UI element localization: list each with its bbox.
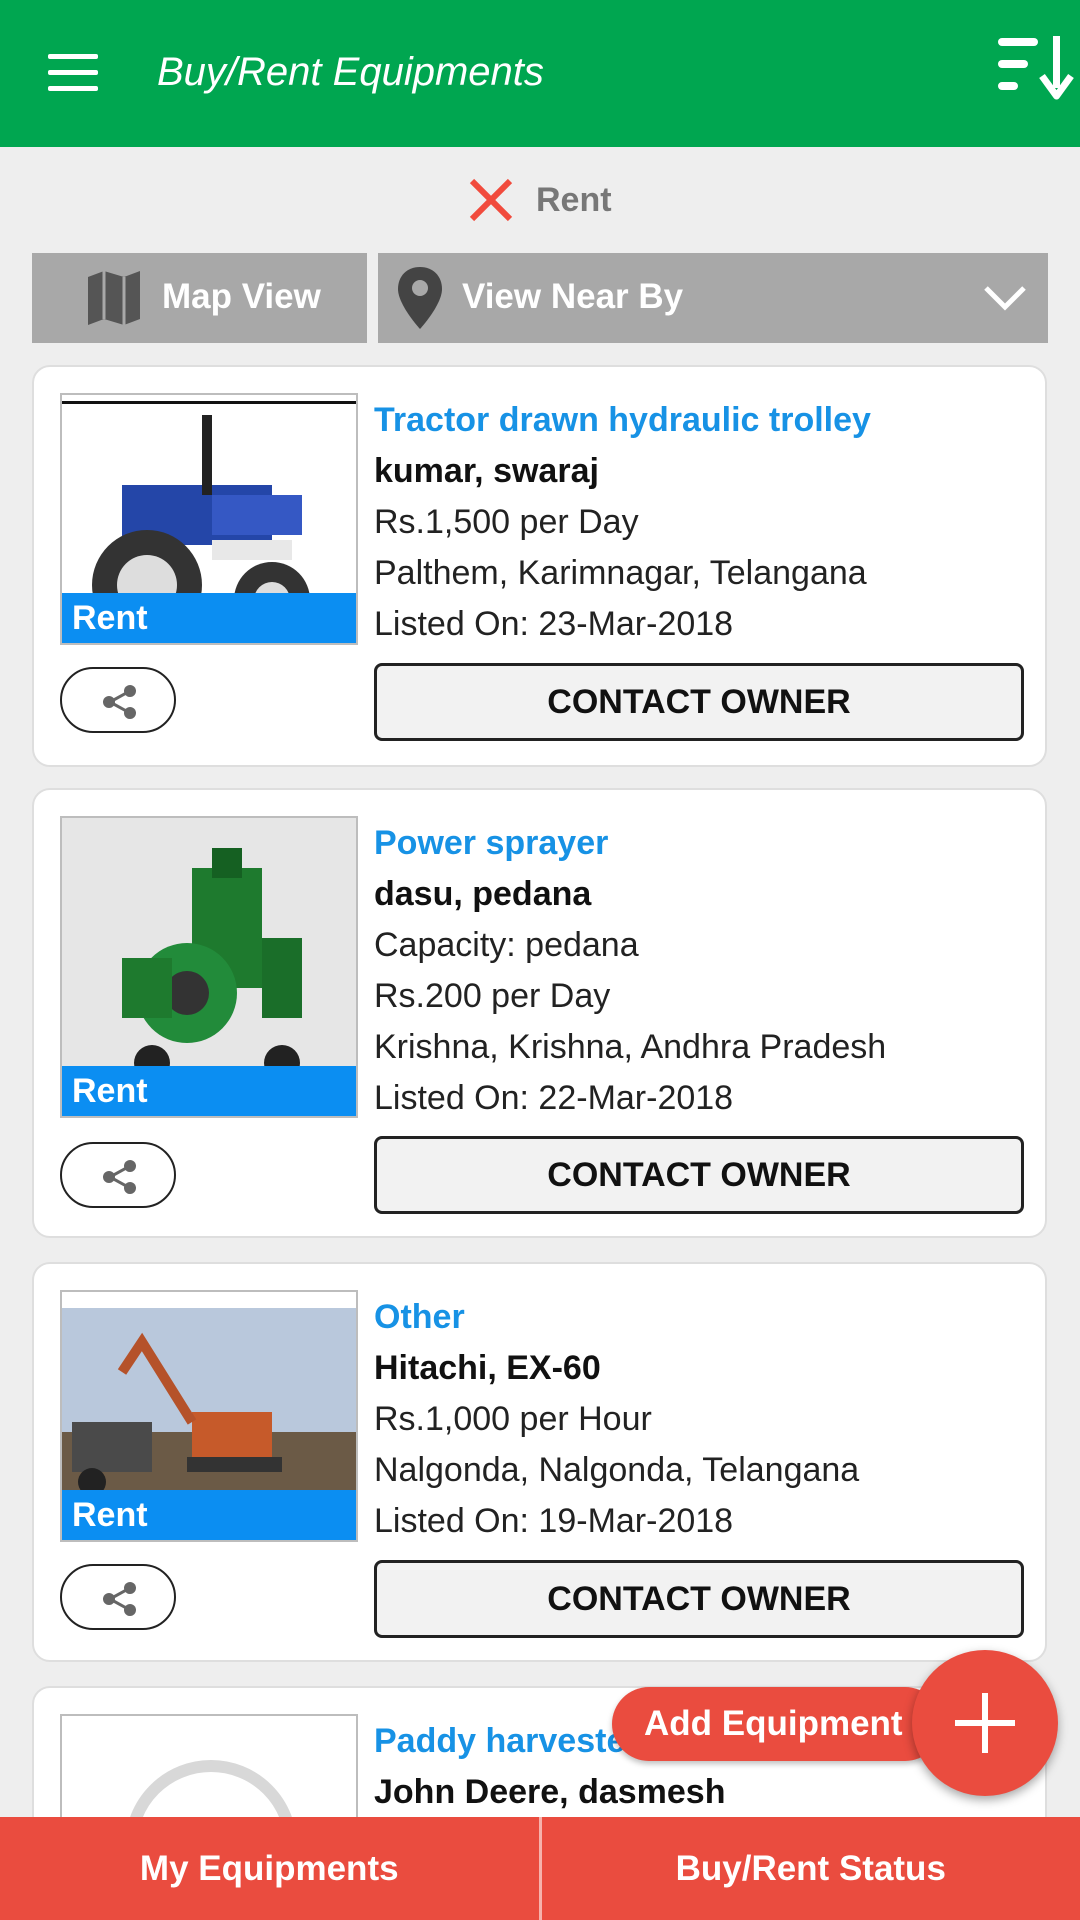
equipment-price: Rs.1,500 per Day [374, 503, 639, 541]
chevron-down-icon [984, 286, 1026, 311]
equipment-brand: dasu, pedana [374, 875, 592, 913]
map-view-button[interactable]: Map View [32, 253, 367, 343]
equipment-name[interactable]: Power sprayer [374, 818, 1034, 869]
equipment-brand: kumar, swaraj [374, 452, 599, 490]
equipment-location: Palthem, Karimnagar, Telangana [374, 554, 867, 592]
equipment-name[interactable]: Tractor drawn hydraulic trolley [374, 395, 1034, 446]
equipment-price: Rs.200 per Day [374, 977, 611, 1015]
blue-tractor-image: Rent [60, 393, 358, 645]
share-button[interactable] [60, 667, 176, 733]
bottom-nav: My Equipments Buy/Rent Status [0, 1817, 1080, 1920]
hamburger-menu-icon[interactable] [40, 48, 106, 100]
contact-owner-button[interactable]: CONTACT OWNER [374, 1560, 1024, 1638]
contact-owner-button[interactable]: CONTACT OWNER [374, 663, 1024, 741]
share-button[interactable] [60, 1142, 176, 1208]
equipment-price: Rs.1,000 per Hour [374, 1400, 652, 1438]
view-near-by-dropdown[interactable]: View Near By [378, 253, 1048, 343]
app-bar: Buy/Rent Equipments [0, 0, 1080, 147]
equipment-card[interactable]: Rent Other Hitachi, EX-60 Rs.1,000 per H… [32, 1262, 1047, 1662]
add-fab-button[interactable] [912, 1650, 1058, 1796]
tab-buy-rent-status[interactable]: Buy/Rent Status [542, 1817, 1080, 1920]
share-icon [103, 1160, 136, 1194]
rent-tag: Rent [62, 1490, 356, 1540]
equipment-location: Nalgonda, Nalgonda, Telangana [374, 1451, 860, 1489]
listed-on-date: Listed On: 19-Mar-2018 [374, 1502, 734, 1540]
rent-tag: Rent [62, 1066, 356, 1116]
equipment-name[interactable]: Other [374, 1292, 1034, 1343]
share-icon [103, 1582, 136, 1616]
share-button[interactable] [60, 1564, 176, 1630]
share-icon [103, 685, 136, 719]
page-title: Buy/Rent Equipments [157, 50, 544, 94]
plus-icon [955, 1693, 1015, 1753]
map-view-label: Map View [162, 277, 321, 316]
sort-icon[interactable] [996, 34, 1080, 100]
rent-tag: Rent [62, 593, 356, 643]
green-power-sprayer-image: Rent [60, 816, 358, 1118]
map-icon [88, 271, 140, 325]
active-filter: Rent [466, 172, 612, 228]
equipment-card[interactable]: Rent Tractor drawn hydraulic trolley kum… [32, 365, 1047, 767]
equipment-location: Krishna, Krishna, Andhra Pradesh [374, 1028, 887, 1066]
equipment-capacity: Capacity: pedana [374, 926, 639, 964]
listed-on-date: Listed On: 23-Mar-2018 [374, 605, 734, 643]
tab-my-equipments[interactable]: My Equipments [0, 1817, 539, 1920]
listed-on-date: Listed On: 22-Mar-2018 [374, 1079, 734, 1117]
equipment-card[interactable]: Rent Power sprayer dasu, pedana Capacity… [32, 788, 1047, 1238]
location-pin-icon [398, 267, 442, 329]
add-equipment-button[interactable]: Add Equipment [612, 1687, 942, 1761]
contact-owner-button[interactable]: CONTACT OWNER [374, 1136, 1024, 1214]
excavator-image: Rent [60, 1290, 358, 1542]
close-icon[interactable] [466, 175, 516, 225]
equipment-brand: Hitachi, EX-60 [374, 1349, 601, 1387]
view-near-by-label: View Near By [462, 277, 684, 316]
filter-label: Rent [536, 180, 612, 219]
